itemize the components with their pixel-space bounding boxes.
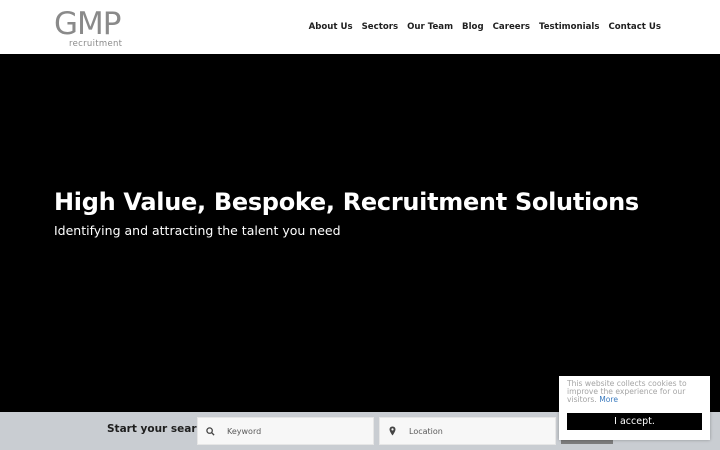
nav-item-testimonials[interactable]: Testimonials	[539, 22, 600, 32]
logo-tagline: recruitment	[69, 39, 123, 49]
logo[interactable]: GMP recruitment	[54, 7, 134, 49]
main-nav: About Us Sectors Our Team Blog Careers T…	[309, 20, 661, 34]
nav-item-contact-us[interactable]: Contact Us	[608, 22, 661, 32]
location-input[interactable]	[402, 422, 550, 440]
cookie-message: This website collects cookies to improve…	[567, 379, 687, 405]
keyword-field[interactable]	[197, 417, 374, 445]
site-header: GMP recruitment About Us Sectors Our Tea…	[0, 0, 720, 54]
hero-subtitle: Identifying and attracting the talent yo…	[54, 223, 341, 238]
nav-item-about-us[interactable]: About Us	[309, 22, 353, 32]
cookie-more-link[interactable]: More	[599, 395, 618, 404]
nav-item-blog[interactable]: Blog	[462, 22, 484, 32]
nav-item-sectors[interactable]: Sectors	[362, 22, 398, 32]
location-field[interactable]	[379, 417, 556, 445]
nav-item-our-team[interactable]: Our Team	[407, 22, 453, 32]
cookie-banner: This website collects cookies to improve…	[559, 376, 710, 440]
hero-section: High Value, Bespoke, Recruitment Solutio…	[0, 54, 720, 412]
hero-title: High Value, Bespoke, Recruitment Solutio…	[54, 188, 639, 216]
map-pin-icon	[386, 425, 398, 437]
search-label: Start your search	[107, 423, 211, 435]
keyword-input[interactable]	[220, 422, 368, 440]
cookie-accept-button[interactable]: I accept.	[567, 413, 702, 430]
logo-wordmark: GMP	[54, 6, 121, 42]
cookie-text: This website collects cookies to improve…	[567, 379, 705, 405]
nav-item-careers[interactable]: Careers	[493, 22, 530, 32]
search-icon	[204, 425, 216, 437]
